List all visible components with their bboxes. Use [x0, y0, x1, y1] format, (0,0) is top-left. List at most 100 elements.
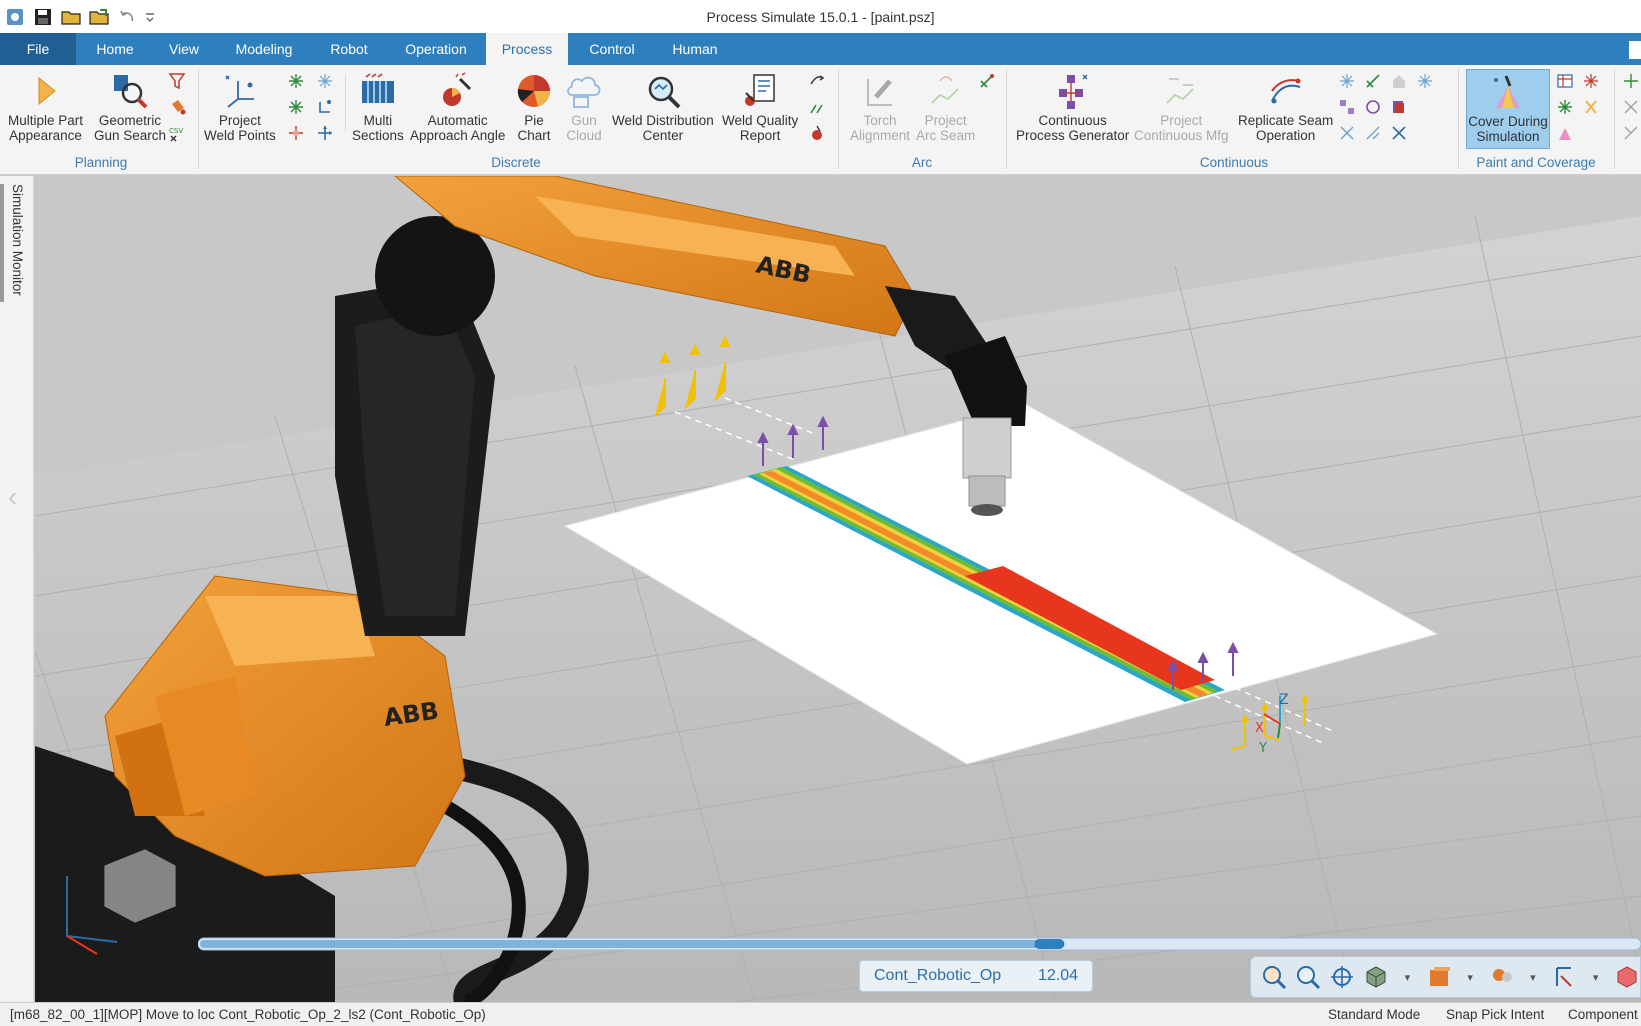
multi-sections-button[interactable]: Multi Sections	[352, 69, 404, 143]
simulation-timeline[interactable]	[197, 932, 1641, 956]
svg-text:CSV: CSV	[169, 127, 183, 135]
group-label-paint-coverage: Paint and Coverage	[1476, 155, 1596, 170]
light-bulb-icon[interactable]	[1489, 962, 1515, 992]
tab-home[interactable]: Home	[86, 33, 144, 65]
tab-process[interactable]: Process	[486, 33, 568, 65]
group-label-discrete: Discrete	[491, 155, 541, 170]
csv-export-icon[interactable]: CSV	[166, 123, 188, 143]
tool-separator	[345, 75, 346, 131]
simulation-monitor-strip[interactable]: Simulation Monitor ‹	[0, 176, 34, 1002]
status-snap-pick[interactable]: Snap Pick Intent	[1446, 1007, 1544, 1022]
planning-small-tools: CSV	[166, 71, 188, 143]
arrow-curve-icon[interactable]	[806, 71, 828, 91]
ribbon-minimize-toggle[interactable]	[1629, 41, 1641, 59]
gun-cloud-button[interactable]: Gun Cloud	[564, 69, 604, 143]
paint-spray-icon[interactable]	[1554, 123, 1576, 143]
weld-distribution-center-button[interactable]: Weld Distribution Center	[612, 69, 714, 143]
weld-alert-icon[interactable]	[806, 123, 828, 143]
seam-fan-icon[interactable]	[1388, 123, 1410, 143]
paint-cone-icon[interactable]	[1580, 97, 1602, 117]
weld-quality-report-button[interactable]: Weld Quality Report	[722, 69, 798, 143]
extra-fan-icon[interactable]	[1620, 123, 1641, 143]
box-view-icon[interactable]	[1614, 962, 1640, 992]
discrete-small-tools-3	[806, 71, 828, 143]
render-mode-icon[interactable]	[1426, 962, 1452, 992]
arc-weld-icon[interactable]	[976, 71, 998, 91]
weld-point-mark-icon[interactable]	[285, 97, 307, 117]
geometric-gun-search-button[interactable]: Geometric Gun Search	[94, 69, 166, 143]
paint-small-tools-2	[1580, 71, 1602, 117]
tab-view[interactable]: View	[158, 33, 210, 65]
arc-small-tools	[976, 71, 998, 91]
group-separator	[198, 69, 199, 169]
paint-star-icon[interactable]	[1554, 97, 1576, 117]
cover-during-simulation-button[interactable]: Cover During Simulation	[1466, 69, 1550, 149]
weld-frame-icon[interactable]	[314, 97, 336, 117]
group-label-planning: Planning	[74, 155, 128, 170]
tab-human[interactable]: Human	[660, 33, 730, 65]
seam-layers-icon[interactable]	[1388, 97, 1410, 117]
seam-house-icon[interactable]	[1388, 71, 1410, 91]
project-weld-points-button[interactable]: Project Weld Points	[204, 69, 276, 143]
weld-move-icon[interactable]	[314, 123, 336, 143]
paint-bucket-icon[interactable]	[166, 97, 188, 117]
tab-robot[interactable]: Robot	[318, 33, 380, 65]
pick-target-icon[interactable]	[1329, 962, 1355, 992]
dropdown-arrow-icon[interactable]: ▾	[1523, 962, 1544, 992]
seam-grid-icon[interactable]	[1336, 97, 1358, 117]
seam-star-icon[interactable]	[1336, 71, 1358, 91]
status-mode[interactable]: Standard Mode	[1328, 1007, 1420, 1022]
automatic-approach-angle-button[interactable]: Automatic Approach Angle	[410, 69, 505, 143]
paint-spark-icon[interactable]	[1580, 71, 1602, 91]
torch-alignment-icon	[860, 69, 900, 113]
chevron-left-icon[interactable]: ‹	[8, 481, 17, 513]
replicate-seam-operation-button[interactable]: Replicate Seam Operation	[1238, 69, 1333, 143]
pie-chart-button[interactable]: Pie Chart	[514, 69, 554, 143]
weld-point-edit-icon[interactable]	[285, 123, 307, 143]
seam-split-icon[interactable]	[1362, 123, 1384, 143]
view-orientation-icon[interactable]	[1363, 962, 1389, 992]
seam-loop-icon[interactable]	[1362, 97, 1384, 117]
graphic-viewer[interactable]: Z X Y ABB ABB	[35, 176, 1641, 1002]
continuous-small-tools-3	[1388, 71, 1410, 143]
tab-control[interactable]: Control	[580, 33, 644, 65]
project-arc-seam-button[interactable]: Project Arc Seam	[916, 69, 975, 143]
paint-table-icon[interactable]	[1554, 71, 1576, 91]
continuous-small-tools-2	[1362, 71, 1384, 143]
seam-spark-icon[interactable]	[1414, 71, 1436, 91]
weld-star-icon[interactable]	[314, 71, 336, 91]
weld-quality-report-icon	[740, 69, 780, 113]
weld-point-star-icon[interactable]	[285, 71, 307, 91]
tab-modeling[interactable]: Modeling	[226, 33, 302, 65]
weld-pair-icon[interactable]	[806, 97, 828, 117]
zoom-icon[interactable]	[1261, 962, 1287, 992]
pie-chart-icon	[514, 69, 554, 113]
seam-weld-icon[interactable]	[1362, 71, 1384, 91]
simulation-monitor-label[interactable]: Simulation Monitor	[10, 184, 25, 296]
part-filter-icon[interactable]	[166, 71, 188, 91]
status-component[interactable]: Component	[1568, 1007, 1638, 1022]
torch-alignment-button[interactable]: Torch Alignment	[850, 69, 910, 143]
dropdown-arrow-icon[interactable]: ▾	[1397, 962, 1418, 992]
dropdown-arrow-icon[interactable]: ▾	[1460, 962, 1481, 992]
group-separator	[1458, 69, 1459, 169]
tab-file[interactable]: File	[0, 33, 76, 65]
process-generator-icon	[1053, 69, 1093, 113]
extra-cross-icon[interactable]	[1620, 97, 1641, 117]
project-continuous-mfg-button[interactable]: Project Continuous Mfg	[1134, 69, 1229, 143]
project-arc-seam-icon	[926, 69, 966, 113]
group-separator	[838, 69, 839, 169]
timeline-slider-handle[interactable]	[1034, 939, 1065, 949]
seam-cross-icon[interactable]	[1336, 123, 1358, 143]
cover-simulation-icon	[1488, 70, 1528, 114]
section-plane-icon[interactable]	[1551, 962, 1577, 992]
multiple-part-appearance-button[interactable]: Multiple Part Appearance	[8, 69, 83, 143]
tab-operation[interactable]: Operation	[396, 33, 476, 65]
gun-search-icon	[110, 69, 150, 113]
dropdown-arrow-icon[interactable]: ▾	[1585, 962, 1606, 992]
extra-star-icon[interactable]	[1620, 71, 1641, 91]
zoom-fit-icon[interactable]	[1295, 962, 1321, 992]
approach-angle-icon	[438, 69, 478, 113]
continuous-process-generator-button[interactable]: Continuous Process Generator	[1016, 69, 1129, 143]
weld-points-icon	[220, 69, 260, 113]
